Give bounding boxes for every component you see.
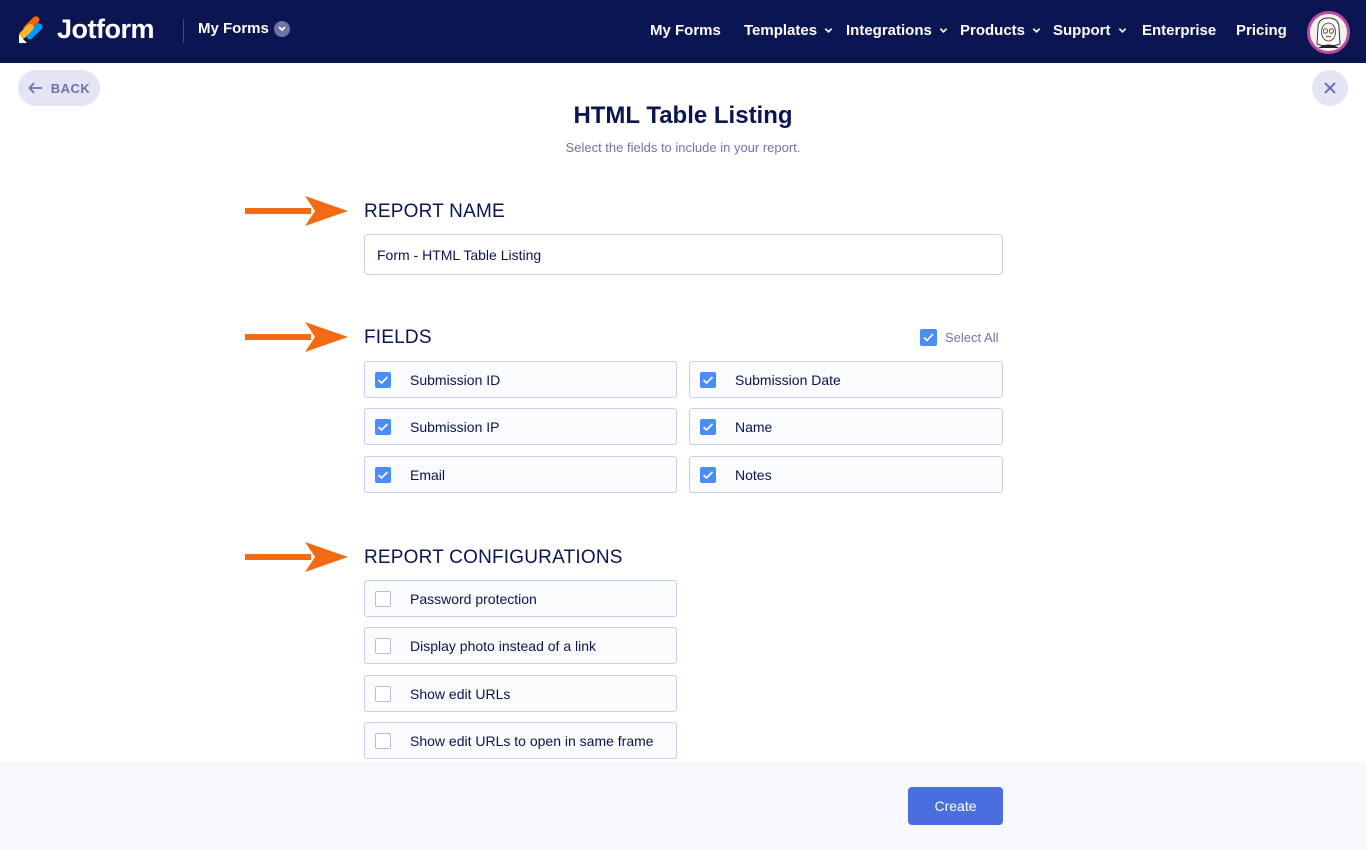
nav-templates[interactable]: Templates — [744, 22, 833, 39]
jotform-logo-icon — [18, 15, 43, 43]
report-name-input[interactable] — [364, 234, 1003, 275]
checkbox-empty-icon — [375, 685, 391, 702]
field-submission-date[interactable]: Submission Date — [689, 361, 1003, 398]
config-label: Display photo instead of a link — [410, 637, 596, 654]
field-email[interactable]: Email — [364, 456, 677, 493]
config-label: Show edit URLs — [410, 685, 511, 702]
nav-label: Enterprise — [1142, 22, 1217, 39]
select-all-checkbox[interactable]: Select All — [920, 329, 998, 346]
nav-support[interactable]: Support — [1053, 22, 1127, 39]
checkbox-empty-icon — [375, 637, 391, 654]
report-name-heading: REPORT NAME — [364, 201, 505, 222]
nav-integrations[interactable]: Integrations — [846, 22, 948, 39]
field-label: Submission Date — [735, 371, 841, 388]
back-button[interactable]: BACK — [18, 70, 100, 106]
check-icon — [700, 371, 716, 388]
config-label: Show edit URLs to open in same frame — [410, 732, 654, 749]
close-icon — [1324, 82, 1336, 94]
field-name[interactable]: Name — [689, 408, 1003, 445]
chevron-down-icon — [824, 28, 833, 33]
nav-my-forms[interactable]: My Forms — [650, 22, 721, 39]
fields-heading: FIELDS — [364, 327, 432, 348]
checkbox-empty-icon — [375, 590, 391, 607]
footer-bar — [0, 762, 1366, 850]
field-label: Submission IP — [410, 418, 500, 435]
nav-label: Templates — [744, 22, 818, 39]
orange-arrow-icon — [245, 322, 348, 352]
check-icon — [700, 466, 716, 483]
nav-label: Support — [1053, 22, 1111, 39]
avatar-illustration-icon — [1316, 17, 1341, 48]
back-arrow-icon — [28, 82, 42, 94]
config-label: Password protection — [410, 590, 537, 607]
check-icon — [375, 418, 391, 435]
chevron-down-icon — [1118, 28, 1126, 33]
config-show-edit-urls[interactable]: Show edit URLs — [364, 675, 677, 712]
check-icon — [375, 466, 391, 483]
field-label: Name — [735, 418, 773, 435]
field-notes[interactable]: Notes — [689, 456, 1003, 493]
my-forms-dropdown-label: My Forms — [198, 20, 269, 37]
select-all-label: Select All — [945, 330, 999, 345]
nav-label: My Forms — [650, 22, 721, 39]
create-button[interactable]: Create — [908, 787, 1003, 825]
page-title: HTML Table Listing — [573, 102, 793, 129]
check-icon — [700, 418, 716, 435]
top-navigation-bar: Jotform My Forms My Forms Templates Inte… — [0, 0, 1366, 63]
nav-label: Integrations — [846, 22, 932, 39]
user-avatar[interactable] — [1307, 11, 1350, 54]
field-label: Submission ID — [410, 371, 501, 388]
field-submission-id[interactable]: Submission ID — [364, 361, 677, 398]
header-divider — [183, 19, 184, 43]
nav-products[interactable]: Products — [960, 22, 1041, 39]
chevron-down-icon — [939, 28, 948, 33]
logo-text: Jotform — [57, 14, 155, 44]
orange-arrow-icon — [245, 542, 348, 572]
field-label: Email — [410, 466, 446, 483]
check-icon — [920, 329, 937, 346]
chevron-down-icon — [273, 20, 290, 37]
page-subtitle: Select the fields to include in your rep… — [565, 140, 801, 155]
jotform-logo[interactable]: Jotform — [17, 14, 155, 45]
nav-pricing[interactable]: Pricing — [1236, 22, 1287, 39]
config-password-protection[interactable]: Password protection — [364, 580, 677, 617]
back-button-label: BACK — [50, 80, 91, 96]
report-configurations-heading: REPORT CONFIGURATIONS — [364, 547, 623, 568]
orange-arrow-icon — [245, 196, 348, 226]
close-button[interactable] — [1312, 70, 1348, 106]
chevron-down-icon — [1032, 28, 1041, 33]
config-display-photo[interactable]: Display photo instead of a link — [364, 627, 677, 664]
checkbox-empty-icon — [375, 732, 391, 749]
nav-label: Products — [960, 22, 1026, 39]
config-show-edit-urls-same-frame[interactable]: Show edit URLs to open in same frame — [364, 722, 677, 759]
my-forms-dropdown[interactable]: My Forms — [198, 20, 290, 37]
field-submission-ip[interactable]: Submission IP — [364, 408, 677, 445]
field-label: Notes — [735, 466, 772, 483]
check-icon — [375, 371, 391, 388]
nav-enterprise[interactable]: Enterprise — [1142, 22, 1216, 39]
nav-label: Pricing — [1236, 22, 1287, 39]
